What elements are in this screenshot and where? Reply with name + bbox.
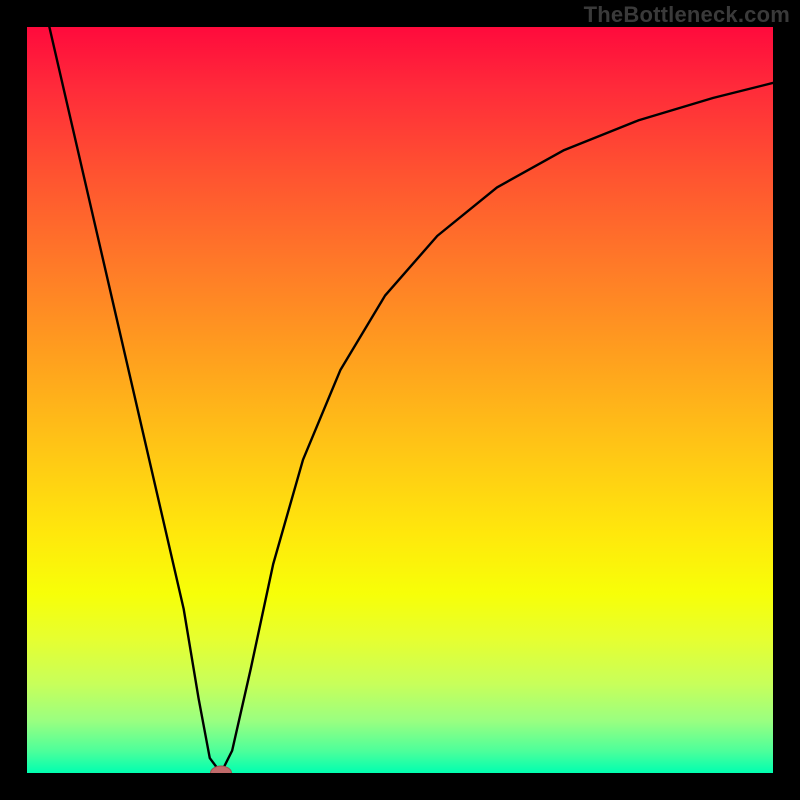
watermark-text: TheBottleneck.com [584,2,790,28]
curve-svg [27,27,773,773]
chart-plot-area [27,27,773,773]
bottleneck-curve [49,27,773,773]
